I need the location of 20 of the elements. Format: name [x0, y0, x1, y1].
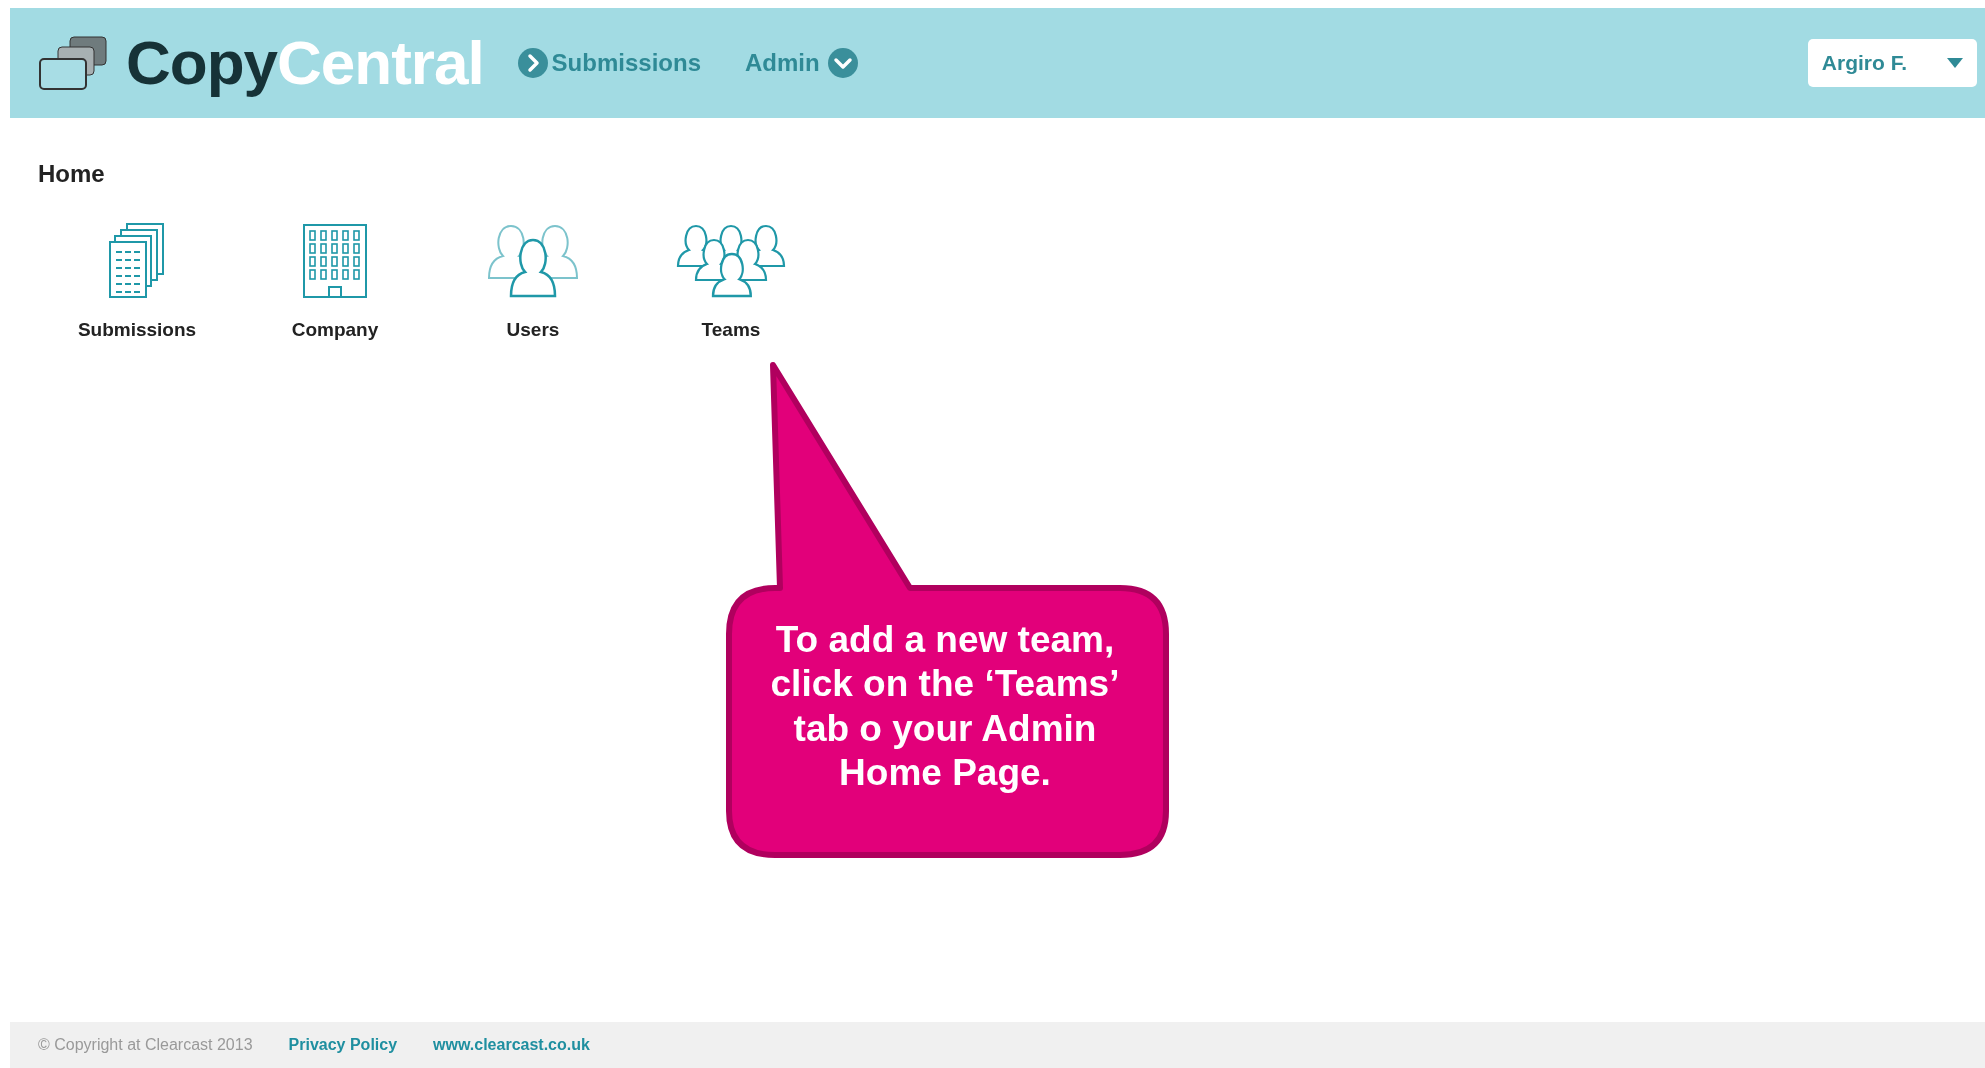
chevron-right-icon	[517, 48, 548, 78]
chevron-down-icon	[827, 48, 858, 78]
footer-link[interactable]: www.clearcast.co.uk	[433, 1033, 590, 1057]
callout-text: To add a new team, click on the ‘Teams’ tab o your Admin Home Page.	[769, 618, 1121, 796]
building-icon	[303, 224, 367, 298]
logo-icon	[38, 35, 108, 91]
tile-link[interactable]: Teams	[632, 222, 830, 345]
documents-icon	[109, 222, 165, 298]
user-dropdown[interactable]: Argiro F.	[1807, 39, 1977, 87]
tile-link[interactable]: Submissions	[38, 222, 236, 345]
tile-link[interactable]: Users	[434, 222, 632, 345]
group-icon	[676, 224, 786, 298]
caret-icon	[1947, 58, 1963, 68]
footer-link[interactable]: Privacy Policy	[288, 1033, 398, 1057]
page-title: Home	[38, 159, 106, 189]
admin-menu[interactable]: Admin	[745, 45, 858, 81]
users-icon	[487, 224, 579, 298]
copyright-text: © Copyright at Clearcast 2013	[38, 1035, 253, 1055]
tile-link[interactable]: Company	[236, 222, 434, 345]
nav-link[interactable]: Submissions	[517, 45, 701, 81]
